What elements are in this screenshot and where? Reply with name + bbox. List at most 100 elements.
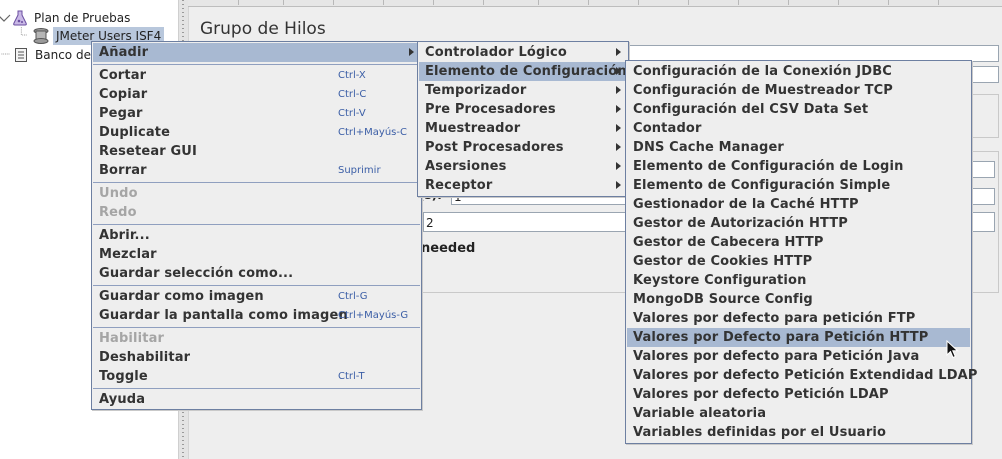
menu-item-label: Toggle: [99, 369, 148, 384]
menu-item-label: Gestionador de la Caché HTTP: [633, 197, 859, 212]
config-item-jdbc-connection[interactable]: Configuración de la Conexión JDBC: [627, 62, 970, 81]
workbench-icon: [15, 48, 27, 62]
menu-item-label: Post Procesadores: [425, 140, 564, 155]
menu-item-label: DNS Cache Manager: [633, 140, 784, 155]
config-item-tcp-sampler-config[interactable]: Configuración de Muestreador TCP: [627, 81, 970, 100]
submenu-item-assertions[interactable]: Asersiones: [419, 157, 627, 176]
submenu-arrow-icon: [616, 143, 621, 151]
submenu-item-pre-processors[interactable]: Pre Procesadores: [419, 100, 627, 119]
menu-item-label: Copiar: [99, 87, 148, 102]
menu-item-label: Muestreador: [425, 121, 521, 136]
config-item-csv-data-set[interactable]: Configuración del CSV Data Set: [627, 100, 970, 119]
menu-item-paste[interactable]: Pegar Ctrl-V: [93, 104, 420, 123]
menu-item-reset-gui[interactable]: Resetear GUI: [93, 142, 420, 161]
tree-label-workbench: Banco de: [35, 48, 91, 62]
config-item-java-request-defaults[interactable]: Valores por defecto para Petición Java: [627, 347, 970, 366]
config-item-http-authorization-manager[interactable]: Gestor de Autorización HTTP: [627, 214, 970, 233]
menu-separator: [93, 182, 420, 183]
menu-item-label: Borrar: [99, 163, 147, 178]
submenu-arrow-icon: [616, 105, 621, 113]
menu-item-disable[interactable]: Deshabilitar: [93, 348, 420, 367]
menu-item-label: Contador: [633, 121, 702, 136]
menu-item-label: Configuración de Muestreador TCP: [633, 83, 893, 98]
tree-expand-icon[interactable]: [0, 11, 14, 27]
config-item-random-variable[interactable]: Variable aleatoria: [627, 404, 970, 423]
config-item-ldap-extended-request-defaults[interactable]: Valores por defecto Petición Extendidad …: [627, 366, 977, 385]
menu-item-label: Pegar: [99, 106, 143, 121]
menu-shortcut: Ctrl+Mayús-G: [338, 310, 409, 321]
submenu-arrow-icon: [616, 48, 621, 56]
tree-connector: [20, 27, 28, 36]
menu-item-label: Configuración de la Conexión JDBC: [633, 64, 892, 79]
menu-item-save-screen-as-image[interactable]: Guardar la pantalla como imagen Ctrl+May…: [93, 306, 420, 325]
menu-item-label: Cortar: [99, 68, 147, 83]
menu-shortcut: Ctrl-X: [338, 70, 366, 81]
submenu-arrow-icon: [616, 181, 621, 189]
submenu-item-listener[interactable]: Receptor: [419, 176, 627, 195]
menu-item-label: Elemento de Configuración: [425, 64, 627, 79]
menu-item-label: Mezclar: [99, 247, 157, 262]
submenu-item-sampler[interactable]: Muestreador: [419, 119, 627, 138]
config-item-simple-config[interactable]: Elemento de Configuración Simple: [627, 176, 970, 195]
submenu-item-config-element[interactable]: Elemento de Configuración: [419, 62, 627, 81]
menu-shortcut: Ctrl+Mayús-C: [338, 127, 407, 138]
menu-item-duplicate[interactable]: Duplicate Ctrl+Mayús-C: [93, 123, 420, 142]
menu-item-label: Deshabilitar: [99, 350, 191, 365]
submenu-item-logic-controller[interactable]: Controlador Lógico: [419, 43, 627, 62]
submenu-arrow-icon: [616, 124, 621, 132]
menu-item-copy[interactable]: Copiar Ctrl-C: [93, 85, 420, 104]
submenu-arrow-icon: [616, 162, 621, 170]
menu-item-label: Valores por Defecto para Petición HTTP: [633, 330, 929, 345]
page-title: Grupo de Hilos: [200, 19, 326, 39]
delay-thread-creation-label: needed: [421, 241, 476, 256]
menu-item-label: Gestor de Autorización HTTP: [633, 216, 848, 231]
menu-item-label: MongoDB Source Config: [633, 292, 813, 307]
menu-item-label: Gestor de Cabecera HTTP: [633, 235, 824, 250]
submenu-item-post-processors[interactable]: Post Procesadores: [419, 138, 627, 157]
menu-separator: [93, 64, 420, 65]
menu-item-label: Ayuda: [99, 392, 146, 407]
config-item-http-request-defaults[interactable]: Valores por Defecto para Petición HTTP: [627, 328, 970, 347]
config-item-counter[interactable]: Contador: [627, 119, 970, 138]
menu-item-label: Guardar selección como...: [99, 266, 294, 281]
menu-item-label: Habilitar: [99, 331, 165, 346]
config-item-dns-cache-manager[interactable]: DNS Cache Manager: [627, 138, 970, 157]
config-item-http-cookie-manager[interactable]: Gestor de Cookies HTTP: [627, 252, 970, 271]
menu-item-delete[interactable]: Borrar Suprimir: [93, 161, 420, 180]
config-item-login-config[interactable]: Elemento de Configuración de Login: [627, 157, 970, 176]
menu-shortcut: Ctrl-C: [338, 89, 367, 100]
test-plan-icon: [13, 10, 27, 26]
menu-item-add[interactable]: Añadir: [93, 43, 420, 62]
config-element-submenu: Configuración de la Conexión JDBC Config…: [625, 60, 977, 444]
menu-item-help[interactable]: Ayuda: [93, 390, 420, 409]
config-item-mongodb-source-config[interactable]: MongoDB Source Config: [627, 290, 970, 309]
config-item-ftp-request-defaults[interactable]: Valores por defecto para petición FTP: [627, 309, 970, 328]
submenu-arrow-icon: [616, 86, 621, 94]
menu-item-label: Variable aleatoria: [633, 406, 767, 421]
menu-item-label: Configuración del CSV Data Set: [633, 102, 869, 117]
menu-item-label: Keystore Configuration: [633, 273, 807, 288]
config-item-keystore-configuration[interactable]: Keystore Configuration: [627, 271, 970, 290]
menu-item-label: Pre Procesadores: [425, 102, 556, 117]
thread-group-icon: [33, 28, 49, 44]
menu-item-toggle[interactable]: Toggle Ctrl-T: [93, 367, 420, 386]
submenu-item-timer[interactable]: Temporizador: [419, 81, 627, 100]
menu-item-merge[interactable]: Mezclar: [93, 245, 420, 264]
menu-item-label: Resetear GUI: [99, 144, 197, 159]
config-item-user-defined-variables[interactable]: Variables definidas por el Usuario: [627, 423, 970, 442]
menu-item-cut[interactable]: Cortar Ctrl-X: [93, 66, 420, 85]
menu-item-open[interactable]: Abrir...: [93, 226, 420, 245]
menu-item-label: Gestor de Cookies HTTP: [633, 254, 813, 269]
submenu-arrow-icon: [616, 67, 621, 75]
menu-shortcut: Ctrl-G: [338, 291, 368, 302]
submenu-arrow-icon: [409, 48, 414, 56]
menu-item-save-selection-as[interactable]: Guardar selección como...: [93, 264, 420, 283]
menu-item-redo: Redo: [93, 203, 420, 222]
menu-item-label: Variables definidas por el Usuario: [633, 425, 887, 440]
config-item-http-cache-manager[interactable]: Gestionador de la Caché HTTP: [627, 195, 970, 214]
config-item-ldap-request-defaults[interactable]: Valores por defecto Petición LDAP: [627, 385, 970, 404]
menu-item-save-as-image[interactable]: Guardar como imagen Ctrl-G: [93, 287, 420, 306]
config-item-http-header-manager[interactable]: Gestor de Cabecera HTTP: [627, 233, 970, 252]
menu-item-label: Guardar como imagen: [99, 289, 264, 304]
menu-item-label: Receptor: [425, 178, 493, 193]
